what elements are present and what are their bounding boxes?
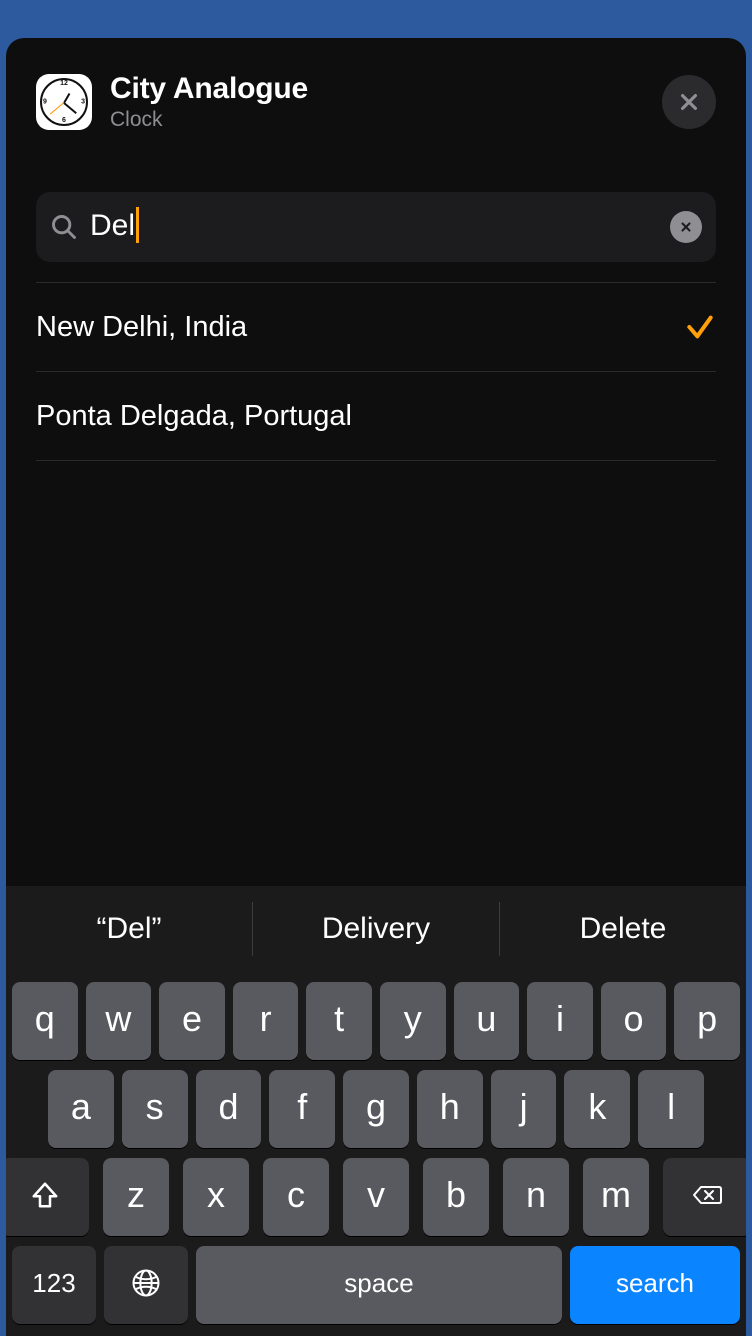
clear-search-button[interactable] bbox=[670, 211, 702, 243]
key-n[interactable]: n bbox=[503, 1158, 569, 1236]
key-s[interactable]: s bbox=[122, 1070, 188, 1148]
key-b[interactable]: b bbox=[423, 1158, 489, 1236]
key-c[interactable]: c bbox=[263, 1158, 329, 1236]
divider bbox=[36, 460, 716, 461]
city-picker-sheet: 12369 City Analogue Clock Del New Delhi,… bbox=[6, 38, 746, 1336]
key-w[interactable]: w bbox=[86, 982, 152, 1060]
close-icon bbox=[678, 91, 700, 113]
key-h[interactable]: h bbox=[417, 1070, 483, 1148]
key-t[interactable]: t bbox=[306, 982, 372, 1060]
key-a[interactable]: a bbox=[48, 1070, 114, 1148]
space-key[interactable]: space bbox=[196, 1246, 562, 1324]
checkmark-icon bbox=[684, 311, 716, 343]
suggestion-bar: “Del” Delivery Delete bbox=[6, 886, 746, 972]
key-row-1: q w e r t y u i o p bbox=[6, 982, 746, 1060]
key-row-3: z x c v b n m bbox=[6, 1158, 746, 1236]
sheet-title: City Analogue bbox=[110, 72, 662, 106]
key-i[interactable]: i bbox=[527, 982, 593, 1060]
close-button[interactable] bbox=[662, 75, 716, 129]
key-l[interactable]: l bbox=[638, 1070, 704, 1148]
key-m[interactable]: m bbox=[583, 1158, 649, 1236]
sheet-subtitle: Clock bbox=[110, 108, 662, 132]
clear-icon bbox=[679, 220, 693, 234]
globe-icon bbox=[131, 1268, 161, 1298]
search-input[interactable]: Del bbox=[36, 192, 716, 262]
title-block: City Analogue Clock bbox=[110, 72, 662, 132]
keyboard: “Del” Delivery Delete q w e r t y u i o … bbox=[6, 886, 746, 1336]
suggestion[interactable]: Delivery bbox=[253, 886, 499, 972]
result-row[interactable]: New Delhi, India bbox=[36, 283, 716, 371]
key-r[interactable]: r bbox=[233, 982, 299, 1060]
search-key[interactable]: search bbox=[570, 1246, 740, 1324]
key-v[interactable]: v bbox=[343, 1158, 409, 1236]
search-icon bbox=[50, 213, 78, 241]
key-g[interactable]: g bbox=[343, 1070, 409, 1148]
numbers-key[interactable]: 123 bbox=[12, 1246, 96, 1324]
key-row-bottom: 123 space search bbox=[6, 1246, 746, 1324]
search-value: Del bbox=[90, 209, 670, 245]
key-e[interactable]: e bbox=[159, 982, 225, 1060]
globe-key[interactable] bbox=[104, 1246, 188, 1324]
key-row-2: a s d f g h j k l bbox=[6, 1070, 746, 1148]
key-y[interactable]: y bbox=[380, 982, 446, 1060]
key-d[interactable]: d bbox=[196, 1070, 262, 1148]
key-x[interactable]: x bbox=[183, 1158, 249, 1236]
key-f[interactable]: f bbox=[269, 1070, 335, 1148]
result-label: New Delhi, India bbox=[36, 311, 684, 344]
key-z[interactable]: z bbox=[103, 1158, 169, 1236]
results-list: New Delhi, India Ponta Delgada, Portugal bbox=[6, 282, 746, 461]
shift-icon bbox=[30, 1180, 60, 1210]
search-container: Del bbox=[6, 146, 746, 262]
key-u[interactable]: u bbox=[454, 982, 520, 1060]
suggestion[interactable]: “Del” bbox=[6, 886, 252, 972]
suggestion[interactable]: Delete bbox=[500, 886, 746, 972]
result-label: Ponta Delgada, Portugal bbox=[36, 400, 716, 433]
key-q[interactable]: q bbox=[12, 982, 78, 1060]
key-p[interactable]: p bbox=[674, 982, 740, 1060]
sheet-header: 12369 City Analogue Clock bbox=[6, 38, 746, 146]
key-o[interactable]: o bbox=[601, 982, 667, 1060]
key-k[interactable]: k bbox=[564, 1070, 630, 1148]
backspace-key[interactable] bbox=[663, 1158, 746, 1236]
result-row[interactable]: Ponta Delgada, Portugal bbox=[36, 372, 716, 460]
clock-app-icon: 12369 bbox=[36, 74, 92, 130]
text-cursor bbox=[136, 207, 139, 243]
shift-key[interactable] bbox=[6, 1158, 89, 1236]
backspace-icon bbox=[692, 1180, 722, 1210]
key-j[interactable]: j bbox=[491, 1070, 557, 1148]
